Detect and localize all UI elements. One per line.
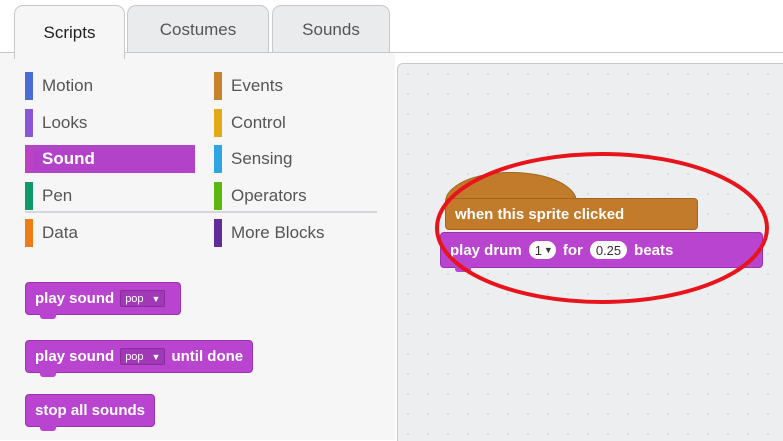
more-blocks-swatch <box>214 219 222 247</box>
block-notch <box>40 426 56 431</box>
block-notch <box>40 372 56 377</box>
sensing-swatch <box>214 145 222 173</box>
tab-costumes[interactable]: Costumes <box>127 5 269 53</box>
category-pen[interactable]: Pen <box>25 182 195 210</box>
category-operators[interactable]: Operators <box>214 182 384 210</box>
sound-dropdown[interactable]: pop ▼ <box>120 290 166 307</box>
highlight-ellipse <box>435 152 769 304</box>
play-sound-block[interactable]: play sound pop ▼ <box>25 282 182 319</box>
until-done-label: until done <box>171 348 244 365</box>
tab-sounds[interactable]: Sounds <box>272 5 390 53</box>
tab-bar: Scripts Costumes Sounds <box>0 0 783 59</box>
dropdown-arrow-icon: ▼ <box>151 293 161 304</box>
sound-dropdown-value: pop <box>125 292 144 305</box>
motion-swatch <box>25 72 33 100</box>
looks-swatch <box>25 109 33 137</box>
operators-swatch <box>214 182 222 210</box>
category-sensing-label: Sensing <box>231 149 293 168</box>
dropdown-arrow-icon: ▼ <box>151 351 161 362</box>
category-events-label: Events <box>231 76 283 95</box>
category-control[interactable]: Control <box>214 109 384 137</box>
category-more-blocks[interactable]: More Blocks <box>214 219 384 247</box>
control-swatch <box>214 109 222 137</box>
stop-all-sounds-block[interactable]: stop all sounds <box>25 394 156 431</box>
pen-swatch <box>25 182 33 210</box>
stop-all-sounds-label: stop all sounds <box>35 402 146 419</box>
category-data[interactable]: Data <box>25 219 195 247</box>
palette-divider <box>25 211 377 213</box>
category-motion[interactable]: Motion <box>25 72 195 100</box>
tab-costumes-label: Costumes <box>159 19 237 39</box>
category-sound-label: Sound <box>42 149 95 168</box>
sound-until-dropdown[interactable]: pop ▼ <box>120 348 166 365</box>
category-operators-label: Operators <box>231 186 307 205</box>
category-looks[interactable]: Looks <box>25 109 195 137</box>
sound-swatch <box>25 145 33 173</box>
play-sound-until-done-block[interactable]: play sound pop ▼ until done <box>25 340 254 377</box>
data-swatch <box>25 219 33 247</box>
category-looks-label: Looks <box>42 113 88 132</box>
category-more-blocks-label: More Blocks <box>231 223 325 242</box>
block-notch <box>40 314 56 319</box>
play-sound-label: play sound <box>35 290 115 307</box>
category-sensing[interactable]: Sensing <box>214 145 384 173</box>
category-control-label: Control <box>231 113 286 132</box>
tab-scripts-label: Scripts <box>43 22 96 42</box>
category-pen-label: Pen <box>42 186 73 205</box>
play-sound-until-label: play sound <box>35 348 115 365</box>
events-swatch <box>214 72 222 100</box>
category-motion-label: Motion <box>42 76 94 95</box>
category-sound[interactable]: Sound <box>25 145 195 173</box>
category-events[interactable]: Events <box>214 72 384 100</box>
sound-until-dropdown-value: pop <box>125 350 144 363</box>
tab-scripts[interactable]: Scripts <box>14 5 125 59</box>
category-data-label: Data <box>42 223 78 242</box>
tab-sounds-label: Sounds <box>302 19 360 39</box>
